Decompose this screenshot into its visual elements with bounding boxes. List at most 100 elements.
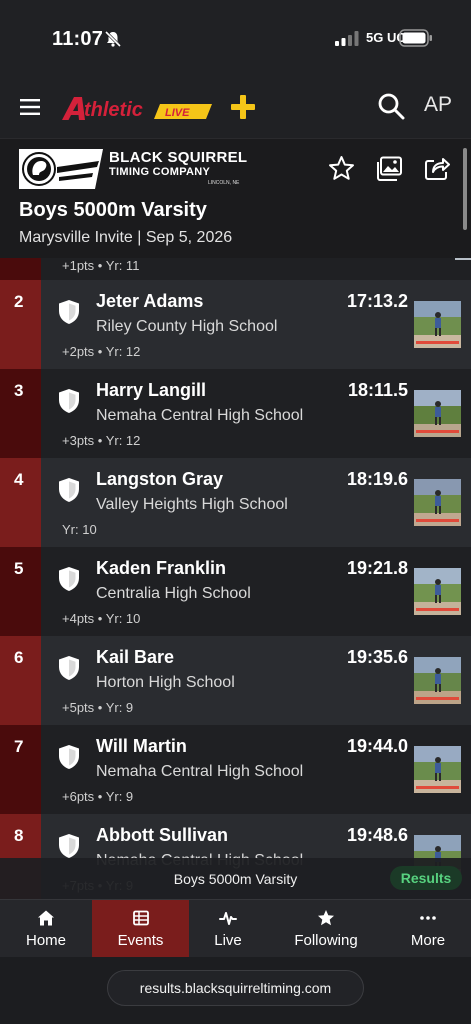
athlete-meta: +6pts • Yr: 9: [62, 789, 134, 804]
athlete-meta: +4pts • Yr: 10: [62, 611, 141, 626]
nav-label: Following: [294, 932, 358, 949]
athlete-name[interactable]: Kail Bare: [96, 647, 174, 668]
pulse-icon: [219, 912, 237, 925]
school-name: Centralia High School: [96, 585, 251, 602]
result-row[interactable]: 5 Kaden Franklin Centralia High School +4pt…: [0, 547, 471, 636]
rank-cell: 5: [0, 547, 41, 636]
org-subtitle: TIMING COMPANY: [109, 166, 211, 178]
athlete-meta: +5pts • Yr: 9: [62, 700, 134, 715]
battery-icon: [399, 29, 432, 47]
place-number: 2: [14, 292, 24, 311]
place-number: 6: [14, 648, 24, 667]
results-badge[interactable]: Results: [390, 866, 462, 890]
photo-gallery-icon[interactable]: [376, 156, 403, 181]
browser-bar: results.blacksquirreltiming.com: [0, 957, 471, 1024]
shield-icon: [59, 745, 79, 769]
athlete-photo[interactable]: [414, 390, 461, 437]
search-icon[interactable]: [377, 92, 405, 120]
user-avatar[interactable]: AP: [424, 93, 452, 117]
place-number: 5: [14, 559, 24, 578]
result-row[interactable]: 7 Will Martin Nemaha Central High School +6…: [0, 725, 471, 814]
athlete-photo[interactable]: [414, 746, 461, 793]
more-icon: [420, 916, 436, 920]
athlete-meta: +2pts • Yr: 12: [62, 344, 141, 359]
rank-cell: 6: [0, 636, 41, 725]
results-list: +1pts • Yr: 11 2 Jeter Adams Riley County …: [0, 258, 471, 899]
home-icon: [38, 910, 54, 926]
nav-events[interactable]: Events: [92, 900, 189, 958]
nav-label: Events: [117, 932, 164, 949]
athlete-name[interactable]: Will Martin: [96, 736, 187, 757]
plus-icon[interactable]: [230, 94, 256, 120]
status-bar: 11:07 5G UC: [0, 0, 471, 78]
finish-time: 19:35.6: [346, 647, 408, 667]
url-bar[interactable]: results.blacksquirreltiming.com: [107, 970, 364, 1006]
result-row[interactable]: 6 Kail Bare Horton High School +5pts • Yr: …: [0, 636, 471, 725]
school-name: Nemaha Central High School: [96, 763, 304, 780]
result-row[interactable]: 2 Jeter Adams Riley County High School +2pt…: [0, 280, 471, 369]
school-name: Nemaha Central High School: [96, 407, 304, 424]
athlete-name[interactable]: Abbott Sullivan: [96, 825, 228, 846]
athletic-live-logo[interactable]: thletic LIVE: [60, 92, 214, 124]
black-squirrel-logo: [19, 149, 103, 189]
nav-live[interactable]: Live: [189, 900, 267, 958]
nav-label: More: [410, 932, 446, 949]
shield-icon: [59, 389, 79, 413]
photo-thumbnail: [414, 657, 461, 704]
finish-time: 18:11.5: [347, 380, 408, 400]
org-name: BLACK SQUIRREL: [109, 149, 248, 166]
status-time: 11:07: [52, 28, 104, 50]
finish-time: 17:13.2: [346, 291, 408, 311]
rank-cell: 3: [0, 369, 41, 458]
svg-text:thletic: thletic: [84, 99, 143, 121]
list-item[interactable]: +1pts • Yr: 11: [0, 258, 471, 280]
athlete-photo[interactable]: [414, 657, 461, 704]
signal-icon: [335, 31, 359, 46]
event-title: Boys 5000m Varsity: [19, 199, 207, 221]
result-row[interactable]: 4 Langston Gray Valley Heights High School…: [0, 458, 471, 547]
athlete-photo[interactable]: [414, 568, 461, 615]
star-icon: [318, 910, 334, 926]
current-event-bar[interactable]: Boys 5000m Varsity Results: [0, 858, 471, 899]
nav-following[interactable]: Following: [267, 900, 385, 958]
athlete-meta: +3pts • Yr: 12: [62, 433, 141, 448]
athlete-name[interactable]: Jeter Adams: [96, 291, 203, 312]
list-icon: [132, 910, 149, 926]
menu-icon[interactable]: [20, 98, 40, 116]
rank-cell: 7: [0, 725, 41, 814]
nav-label: Home: [25, 932, 66, 949]
shield-icon: [59, 478, 79, 502]
nav-label: Live: [214, 932, 242, 949]
photo-thumbnail: [414, 479, 461, 526]
athlete-name[interactable]: Langston Gray: [96, 469, 223, 490]
shield-icon: [59, 300, 79, 324]
bell-muted-icon: [104, 30, 122, 48]
athlete-name[interactable]: Kaden Franklin: [96, 558, 226, 579]
photo-thumbnail: [414, 301, 461, 348]
share-icon[interactable]: [424, 155, 450, 181]
app-header: thletic LIVE AP: [0, 78, 471, 138]
finish-time: 19:21.8: [346, 558, 408, 578]
svg-text:LIVE: LIVE: [165, 107, 190, 119]
athlete-meta: +1pts • Yr: 11: [62, 258, 140, 273]
result-row[interactable]: 3 Harry Langill Nemaha Central High School…: [0, 369, 471, 458]
rank-cell: 2: [0, 280, 41, 369]
athlete-name[interactable]: Harry Langill: [96, 380, 206, 401]
rank-cell: 4: [0, 458, 41, 547]
shield-icon: [59, 567, 79, 591]
event-header: BLACK SQUIRREL TIMING COMPANY LINCOLN, N…: [0, 138, 471, 258]
nav-home[interactable]: Home: [0, 900, 92, 958]
star-icon[interactable]: [328, 155, 355, 182]
photo-thumbnail: [414, 568, 461, 615]
scrollbar[interactable]: [463, 148, 467, 230]
place-number: 8: [14, 826, 24, 845]
photo-thumbnail: [414, 746, 461, 793]
finish-time: 19:44.0: [346, 736, 408, 756]
finish-time: 18:19.6: [346, 469, 408, 489]
athlete-photo[interactable]: [414, 479, 461, 526]
place-number: 3: [14, 381, 24, 400]
finish-time: 19:48.6: [346, 825, 408, 845]
nav-more[interactable]: More: [385, 900, 471, 958]
athlete-meta: Yr: 10: [62, 522, 97, 537]
athlete-photo[interactable]: [414, 301, 461, 348]
